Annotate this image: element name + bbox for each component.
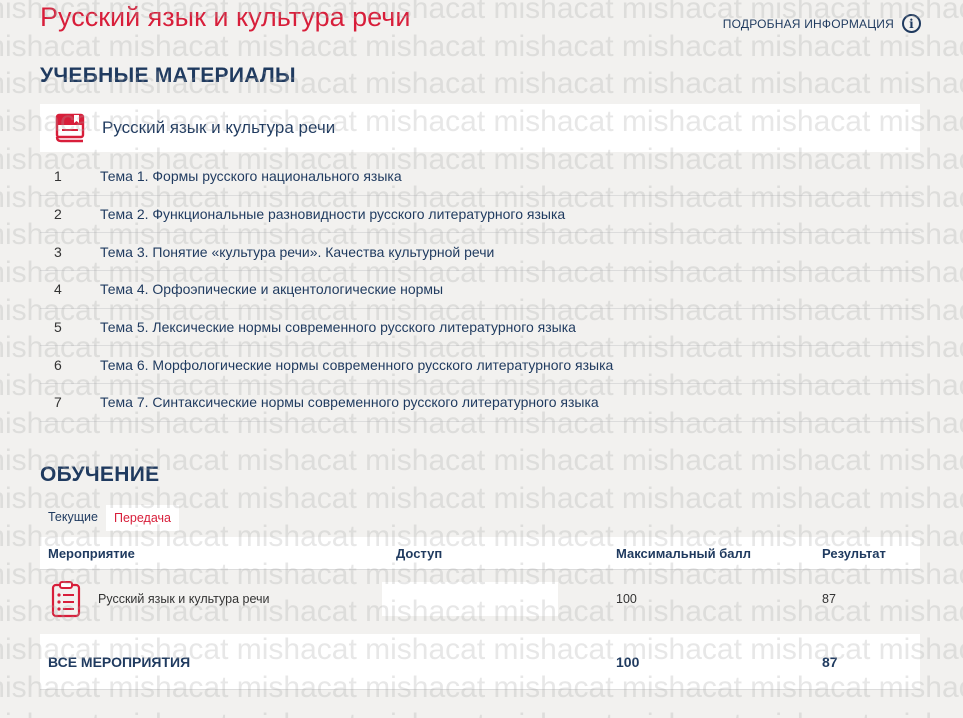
event-result: 87	[822, 592, 836, 606]
topic-number: 6	[54, 356, 62, 373]
clipboard-icon	[51, 581, 81, 618]
topic-link[interactable]: Тема 3. Понятие «культура речи». Качеств…	[100, 244, 494, 260]
event-name[interactable]: Русский язык и культура речи	[98, 592, 269, 606]
tab-retake[interactable]: Передача	[105, 505, 179, 531]
topic-number: 4	[54, 281, 62, 298]
topic-link[interactable]: Тема 2. Функциональные разновидности рус…	[100, 206, 565, 222]
learning-section-title: ОБУЧЕНИЕ	[40, 463, 160, 486]
events-table-header: Мероприятие Доступ Максимальный балл Рез…	[40, 537, 920, 570]
list-item: 3 Тема 3. Понятие «культура речи». Качест…	[40, 233, 920, 272]
learning-tabs: Текущие Передача	[40, 505, 179, 531]
topic-link[interactable]: Тема 1. Формы русского национального язы…	[100, 168, 402, 184]
list-item: 4 Тема 4. Орфоэпические и акцентологическ…	[40, 271, 920, 309]
topic-number: 7	[54, 394, 62, 411]
list-item: 2 Тема 2. Функциональные разновидности ру…	[40, 196, 920, 234]
column-header-event: Мероприятие	[48, 545, 135, 561]
list-item: 6 Тема 6. Морфологические нормы современн…	[40, 346, 920, 385]
topic-link[interactable]: Тема 4. Орфоэпические и акцентологически…	[100, 281, 443, 297]
total-max-score: 100	[616, 653, 640, 670]
info-icon: i	[902, 14, 921, 33]
topic-link[interactable]: Тема 5. Лексические нормы современного р…	[100, 319, 576, 335]
events-table: Мероприятие Доступ Максимальный балл Рез…	[40, 537, 920, 690]
page-title: Русский язык и культура речи	[40, 2, 411, 32]
list-item: 7 Тема 7. Синтаксические нормы современно…	[40, 384, 920, 422]
topic-link[interactable]: Тема 7. Синтаксические нормы современног…	[100, 394, 599, 410]
topic-number: 3	[54, 243, 62, 260]
access-cell	[382, 582, 558, 616]
topic-list: 1 Тема 1. Формы русского национального яз…	[40, 158, 920, 422]
materials-card: Русский язык и культура речи	[40, 104, 920, 152]
total-result: 87	[822, 653, 838, 670]
total-label: ВСЕ МЕРОПРИЯТИЯ	[48, 653, 191, 670]
materials-section-title: УЧЕБНЫЕ МАТЕРИАЛЫ	[40, 64, 296, 87]
column-header-access: Доступ	[396, 545, 443, 561]
topic-link[interactable]: Тема 6. Морфологические нормы современно…	[100, 357, 613, 373]
event-max-score: 100	[616, 592, 637, 606]
topic-number: 5	[54, 319, 62, 336]
list-item: 5 Тема 5. Лексические нормы современного …	[40, 309, 920, 347]
column-header-max: Максимальный балл	[616, 545, 752, 561]
materials-card-title: Русский язык и культура речи	[102, 118, 336, 137]
topic-number: 2	[54, 206, 62, 223]
list-item: 1 Тема 1. Формы русского национального яз…	[40, 158, 920, 196]
book-icon	[55, 113, 85, 143]
watermark-row: mishacat mishacat mishacat mishacat mish…	[0, 708, 963, 718]
more-info-link[interactable]: ПОДРОБНАЯ ИНФОРМАЦИЯ i	[723, 14, 921, 33]
column-header-result: Результат	[822, 545, 886, 561]
total-row: ВСЕ МЕРОПРИЯТИЯ 100 87	[40, 634, 920, 690]
table-row[interactable]: Русский язык и культура речи 100 87	[40, 570, 920, 628]
watermark-row: mishacat mishacat mishacat mishacat mish…	[0, 29, 963, 63]
topic-number: 1	[54, 168, 62, 185]
tab-current[interactable]: Текущие	[40, 505, 106, 531]
more-info-label: ПОДРОБНАЯ ИНФОРМАЦИЯ	[722, 16, 894, 31]
